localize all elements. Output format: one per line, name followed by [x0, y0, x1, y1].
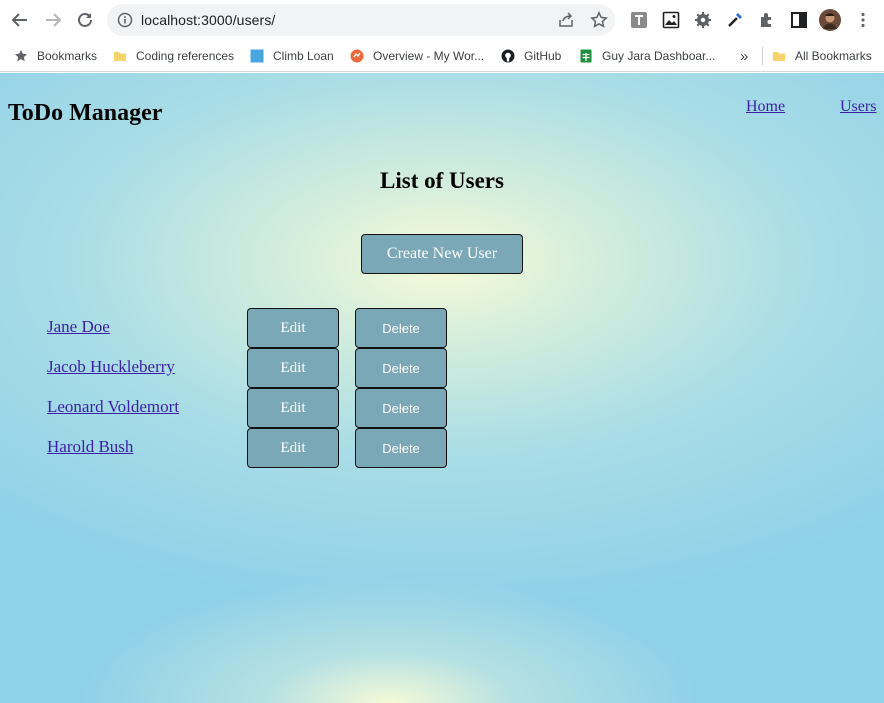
- delete-button[interactable]: Delete: [355, 348, 447, 388]
- back-arrow-icon[interactable]: [8, 8, 32, 32]
- bookmark-label: Bookmarks: [37, 49, 98, 63]
- extensions-puzzle-icon[interactable]: [755, 8, 779, 32]
- user-row: Jacob Huckleberry Edit Delete: [0, 348, 884, 388]
- user-link[interactable]: Leonard Voldemort: [47, 397, 179, 417]
- delete-button[interactable]: Delete: [355, 388, 447, 428]
- delete-button[interactable]: Delete: [355, 308, 447, 348]
- user-row: Leonard Voldemort Edit Delete: [0, 388, 884, 428]
- image-extension-icon[interactable]: [659, 8, 683, 32]
- bookmark-github[interactable]: GitHub: [500, 46, 561, 66]
- reload-icon[interactable]: [73, 8, 97, 32]
- folder-icon: [771, 48, 787, 64]
- github-icon: [500, 48, 516, 64]
- page-viewport: ToDo Manager Home Users List of Users Cr…: [0, 73, 884, 703]
- delete-button[interactable]: Delete: [355, 428, 447, 468]
- edit-button[interactable]: Edit: [247, 388, 339, 428]
- bookmark-coding-references[interactable]: Coding references: [112, 46, 234, 66]
- bookmark-label: Coding references: [136, 49, 235, 63]
- avatar[interactable]: [818, 8, 842, 32]
- create-new-user-button[interactable]: Create New User: [361, 234, 523, 274]
- bookmarks-overflow-button[interactable]: »: [740, 46, 748, 66]
- eyedropper-icon[interactable]: [723, 8, 747, 32]
- star-icon: [13, 48, 29, 64]
- bookmarks-bar: Bookmarks Coding references Climb Loan O…: [0, 40, 884, 72]
- sheets-icon: [578, 48, 594, 64]
- folder-icon: [112, 48, 128, 64]
- site-info-icon[interactable]: [117, 12, 133, 28]
- edit-button[interactable]: Edit: [247, 348, 339, 388]
- bookmark-bookmarks[interactable]: Bookmarks: [13, 46, 97, 66]
- bookmark-guy-jara-dashboard[interactable]: Guy Jara Dashboar...: [578, 46, 715, 66]
- url-text[interactable]: localhost:3000/users/: [141, 12, 275, 28]
- bookmark-label: Guy Jara Dashboar...: [602, 49, 716, 63]
- background-glow: [0, 493, 884, 703]
- bookmark-divider: [762, 47, 763, 65]
- page-title: List of Users: [380, 168, 504, 193]
- user-link[interactable]: Harold Bush: [47, 437, 133, 457]
- nav-link-home[interactable]: Home: [746, 98, 785, 116]
- edit-button[interactable]: Edit: [247, 428, 339, 468]
- browser-toolbar: localhost:3000/users/: [0, 0, 884, 40]
- orange-circle-icon: [349, 48, 365, 64]
- bookmark-label: All Bookmarks: [795, 49, 872, 63]
- user-row: Harold Bush Edit Delete: [0, 428, 884, 468]
- bookmark-star-icon[interactable]: [590, 11, 608, 29]
- bookmark-label: Climb Loan: [273, 49, 334, 63]
- bookmark-climb-loan[interactable]: Climb Loan: [249, 46, 334, 66]
- user-link[interactable]: Jacob Huckleberry: [47, 357, 175, 377]
- text-extension-icon[interactable]: [627, 8, 651, 32]
- gear-extension-icon[interactable]: [691, 8, 715, 32]
- user-row: Jane Doe Edit Delete: [0, 308, 884, 348]
- address-bar[interactable]: localhost:3000/users/: [107, 4, 615, 36]
- user-link[interactable]: Jane Doe: [47, 317, 110, 337]
- blue-square-icon: [249, 48, 265, 64]
- side-panel-icon[interactable]: [787, 8, 811, 32]
- share-icon[interactable]: [557, 11, 575, 29]
- forward-arrow-icon[interactable]: [41, 8, 65, 32]
- chevron-double-right-icon: »: [740, 47, 749, 65]
- app-title: ToDo Manager: [8, 100, 163, 126]
- bookmark-label: Overview - My Wor...: [373, 49, 485, 63]
- bookmark-overview[interactable]: Overview - My Wor...: [349, 46, 484, 66]
- bookmark-all-bookmarks[interactable]: All Bookmarks: [771, 46, 872, 66]
- menu-kebab-icon[interactable]: [851, 8, 875, 32]
- nav-link-users[interactable]: Users: [840, 98, 876, 116]
- bookmark-label: GitHub: [524, 49, 562, 63]
- edit-button[interactable]: Edit: [247, 308, 339, 348]
